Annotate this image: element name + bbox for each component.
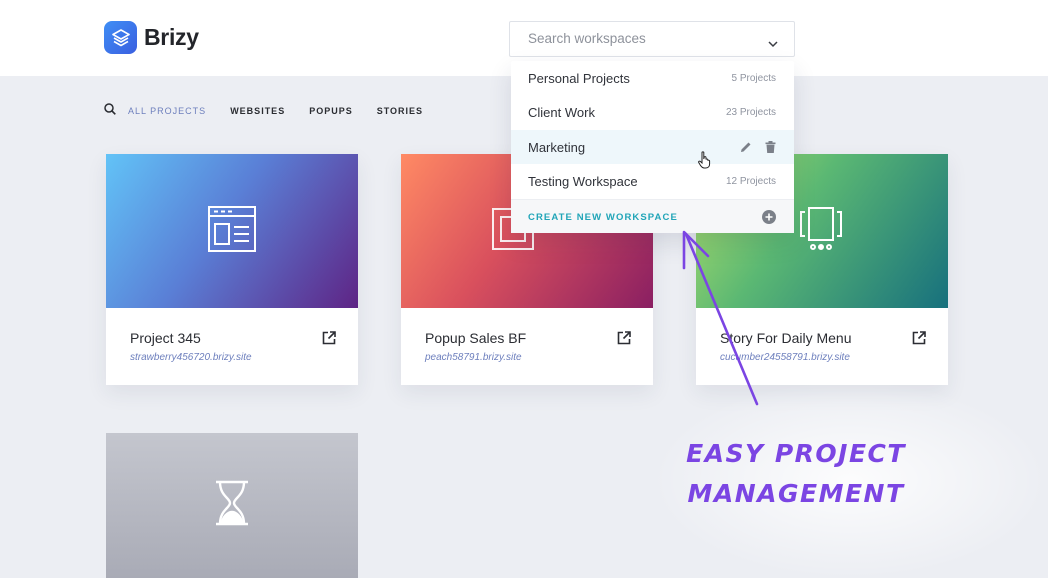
search-icon[interactable] — [104, 102, 116, 120]
workspace-name: Testing Workspace — [528, 174, 638, 189]
annotation-line-2: MANAGEMENT — [687, 479, 905, 508]
project-url[interactable]: peach58791.brizy.site — [425, 352, 522, 363]
workspace-item-marketing[interactable]: Marketing — [511, 130, 794, 164]
filter-popups[interactable]: POPUPS — [309, 106, 353, 116]
trash-icon[interactable] — [765, 140, 776, 158]
project-url[interactable]: strawberry456720.brizy.site — [130, 352, 252, 363]
hourglass-icon — [214, 480, 250, 531]
external-link-icon[interactable] — [912, 331, 926, 350]
create-workspace-label: CREATE NEW WORKSPACE — [528, 212, 678, 223]
workspace-count: 23 Projects — [725, 107, 776, 118]
project-title[interactable]: Project 345 — [130, 330, 201, 346]
annotation-line-1: EASY PROJECT — [686, 439, 906, 468]
workspace-item-testing-workspace[interactable]: Testing Workspace 12 Projects — [511, 164, 794, 198]
hand-pointer-cursor-icon — [698, 151, 712, 174]
brand-name: Brizy — [144, 24, 199, 50]
project-title[interactable]: Story For Daily Menu — [720, 330, 851, 346]
story-icon — [798, 206, 844, 256]
filter-websites[interactable]: WEBSITES — [230, 106, 285, 116]
create-workspace-button[interactable]: CREATE NEW WORKSPACE — [511, 199, 794, 233]
filter-stories[interactable]: STORIES — [377, 106, 423, 116]
workspace-name: Client Work — [528, 105, 595, 120]
project-title[interactable]: Popup Sales BF — [425, 330, 526, 346]
annotation-text: EASY PROJECT MANAGEMENT — [686, 434, 906, 514]
search-placeholder: Search workspaces — [528, 31, 646, 46]
filter-all-projects[interactable]: ALL PROJECTS — [128, 106, 206, 116]
workspace-name: Personal Projects — [528, 71, 630, 86]
workspace-count: 12 Projects — [725, 176, 776, 187]
workspace-dropdown: Personal Projects 5 Projects Client Work… — [511, 61, 794, 233]
website-layout-icon — [208, 205, 256, 257]
project-card[interactable]: Project 345 strawberry456720.brizy.site — [106, 154, 358, 385]
workspace-search-input[interactable]: Search workspaces — [509, 21, 795, 57]
project-thumbnail — [106, 154, 358, 308]
layers-icon — [104, 21, 137, 54]
workspace-name: Marketing — [528, 140, 586, 155]
chevron-down-icon[interactable] — [768, 35, 778, 53]
plus-circle-icon — [762, 210, 776, 229]
pencil-icon[interactable] — [740, 140, 752, 158]
project-url[interactable]: cucumber24558791.brizy.site — [720, 352, 850, 363]
workspace-item-client-work[interactable]: Client Work 23 Projects — [511, 95, 794, 129]
external-link-icon[interactable] — [322, 331, 336, 350]
workspace-item-personal-projects[interactable]: Personal Projects 5 Projects — [511, 61, 794, 95]
brand-logo[interactable]: Brizy — [104, 21, 199, 54]
project-card-loading[interactable] — [106, 433, 358, 578]
workspace-count: 5 Projects — [731, 73, 776, 84]
project-filter-bar: ALL PROJECTS WEBSITES POPUPS STORIES — [104, 102, 423, 120]
external-link-icon[interactable] — [617, 331, 631, 350]
